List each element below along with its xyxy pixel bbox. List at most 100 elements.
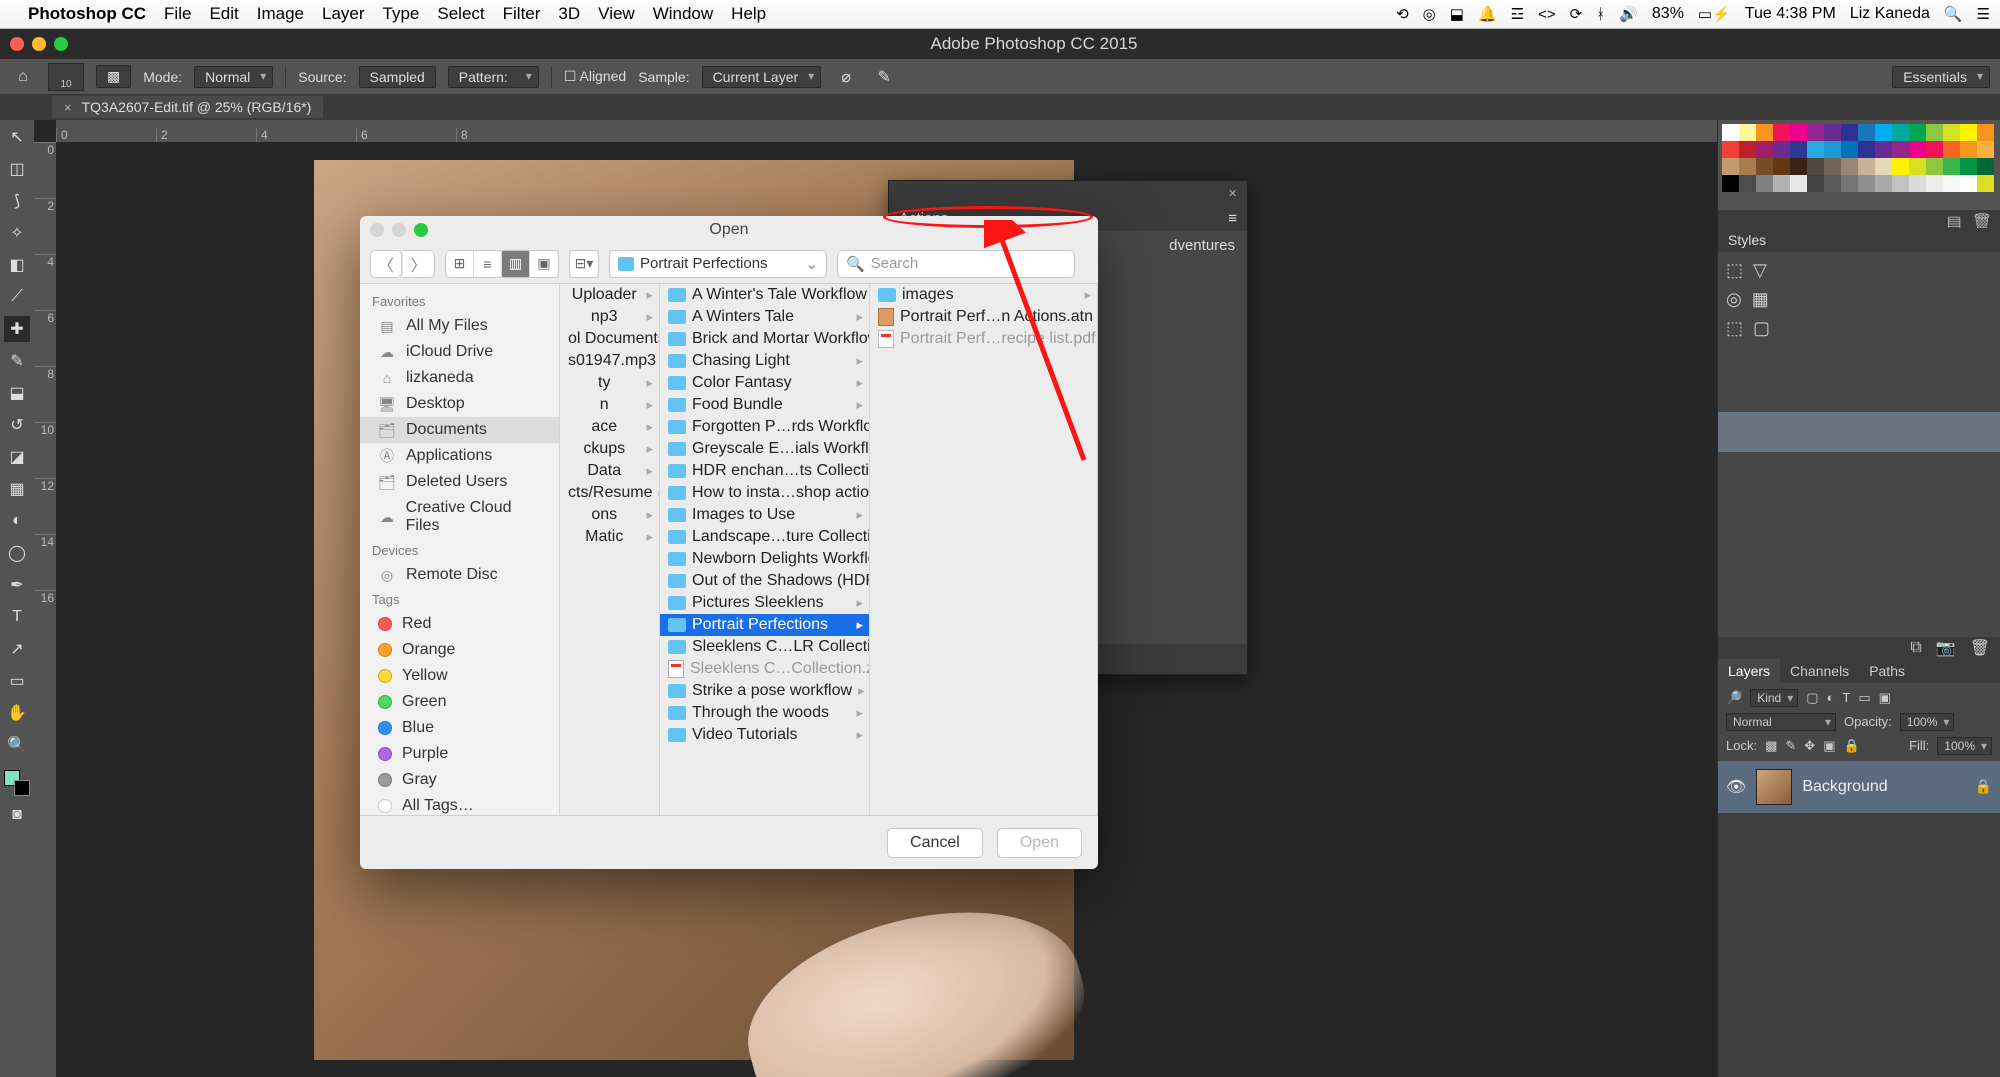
sidebar-item[interactable]: ◎Remote Disc bbox=[360, 562, 559, 588]
sidebar-tag[interactable]: Purple bbox=[360, 741, 559, 767]
column-2[interactable]: A Winter's Tale Workflow 3▸A Winters Tal… bbox=[660, 284, 870, 815]
file-item[interactable]: Matic▸ bbox=[560, 526, 659, 548]
swatch[interactable] bbox=[1892, 175, 1909, 192]
tab-paths[interactable]: Paths bbox=[1859, 659, 1915, 683]
layer-name[interactable]: Background bbox=[1802, 778, 1887, 796]
file-item[interactable]: s01947.mp3▸ bbox=[560, 350, 659, 372]
file-item[interactable]: How to insta…shop actions▸ bbox=[660, 482, 869, 504]
filter-icon[interactable]: 🔎 bbox=[1726, 690, 1742, 706]
tab-channels[interactable]: Channels bbox=[1780, 659, 1859, 683]
swatch[interactable] bbox=[1756, 158, 1773, 175]
swatch[interactable] bbox=[1722, 141, 1739, 158]
styles-panel[interactable]: ⬚ ▽ ◎ ▦ ⬚ ▢ bbox=[1718, 252, 2000, 372]
file-item[interactable]: Sleeklens C…LR Collection▸ bbox=[660, 636, 869, 658]
swatch[interactable] bbox=[1722, 124, 1739, 141]
swatch[interactable] bbox=[1977, 124, 1994, 141]
swatch[interactable] bbox=[1909, 175, 1926, 192]
file-item[interactable]: HDR enchan…ts Collection▸ bbox=[660, 460, 869, 482]
sync-icon[interactable]: ⟳ bbox=[1570, 5, 1583, 23]
file-item[interactable]: Pictures Sleeklens▸ bbox=[660, 592, 869, 614]
visibility-icon[interactable]: 👁 bbox=[1726, 777, 1746, 797]
file-item[interactable]: Video Tutorials▸ bbox=[660, 724, 869, 746]
file-item[interactable]: cts/Resume▸ bbox=[560, 482, 659, 504]
swatch[interactable] bbox=[1858, 124, 1875, 141]
sidebar-item[interactable]: 🗂Deleted Users bbox=[360, 469, 559, 495]
ignore-adj-icon[interactable]: ⌀ bbox=[833, 64, 859, 90]
file-item[interactable]: A Winter's Tale Workflow 3▸ bbox=[660, 284, 869, 306]
swatch[interactable] bbox=[1739, 141, 1756, 158]
swatch[interactable] bbox=[1926, 158, 1943, 175]
swatch[interactable] bbox=[1756, 175, 1773, 192]
sidebar-tag[interactable]: Green bbox=[360, 689, 559, 715]
sidebar-tag[interactable]: Orange bbox=[360, 637, 559, 663]
swatch[interactable] bbox=[1773, 141, 1790, 158]
list-view-icon[interactable]: ≡ bbox=[474, 251, 502, 277]
swatch[interactable] bbox=[1892, 141, 1909, 158]
file-item[interactable]: ons▸ bbox=[560, 504, 659, 526]
style-swatch-icon[interactable]: ▦ bbox=[1752, 289, 1769, 310]
file-item[interactable]: Sleeklens C…Collection.zip bbox=[660, 658, 869, 680]
file-item[interactable]: A Winters Tale▸ bbox=[660, 306, 869, 328]
shape-tool-icon[interactable]: ▭ bbox=[4, 668, 30, 694]
menu-3d[interactable]: 3D bbox=[558, 4, 580, 24]
swatch[interactable] bbox=[1790, 124, 1807, 141]
swatch[interactable] bbox=[1824, 141, 1841, 158]
dialog-zoom[interactable] bbox=[414, 223, 428, 237]
swatch[interactable] bbox=[1926, 175, 1943, 192]
swatch[interactable] bbox=[1722, 158, 1739, 175]
lasso-tool-icon[interactable]: ⟆ bbox=[4, 188, 30, 214]
file-item[interactable]: Portrait Perf…recipe list.pdf bbox=[870, 328, 1097, 350]
marquee-tool-icon[interactable]: ◫ bbox=[4, 156, 30, 182]
swatch[interactable] bbox=[1909, 141, 1926, 158]
file-item[interactable]: Landscape…ture Collection▸ bbox=[660, 526, 869, 548]
healing-tool-icon[interactable]: ✚ bbox=[4, 316, 30, 342]
sidebar-item[interactable]: ⒶApplications bbox=[360, 443, 559, 469]
volume-icon[interactable]: 🔊 bbox=[1619, 5, 1638, 23]
swatch[interactable] bbox=[1739, 158, 1756, 175]
file-item[interactable]: Chasing Light▸ bbox=[660, 350, 869, 372]
battery-icon[interactable]: ▭⚡ bbox=[1698, 5, 1731, 23]
swatch[interactable] bbox=[1960, 175, 1977, 192]
swatch[interactable] bbox=[1909, 158, 1926, 175]
fill-input[interactable]: 100% bbox=[1937, 737, 1992, 755]
style-swatch-icon[interactable]: ◎ bbox=[1726, 289, 1742, 310]
swatch[interactable] bbox=[1977, 141, 1994, 158]
camera-icon[interactable]: 📷 bbox=[1936, 638, 1956, 658]
tab-layers[interactable]: Layers bbox=[1718, 659, 1780, 683]
hand-tool-icon[interactable]: ✋ bbox=[4, 700, 30, 726]
swatch[interactable] bbox=[1807, 124, 1824, 141]
swatch[interactable] bbox=[1875, 158, 1892, 175]
file-item[interactable]: Out of the Shadows (HDR)▸ bbox=[660, 570, 869, 592]
swatch[interactable] bbox=[1943, 175, 1960, 192]
swatch[interactable] bbox=[1790, 158, 1807, 175]
wand-tool-icon[interactable]: ✧ bbox=[4, 220, 30, 246]
swatch[interactable] bbox=[1892, 124, 1909, 141]
sampled-button[interactable]: Sampled bbox=[359, 66, 436, 88]
filter-adj-icon[interactable]: ◐ bbox=[1827, 690, 1835, 705]
trash-icon[interactable]: 🗑 bbox=[1972, 212, 1992, 226]
menu-edit[interactable]: Edit bbox=[209, 4, 238, 24]
brush-tool-icon[interactable]: ✎ bbox=[4, 348, 30, 374]
file-item[interactable]: Uploader▸ bbox=[560, 284, 659, 306]
sidebar-tag[interactable]: Blue bbox=[360, 715, 559, 741]
search-input[interactable]: 🔍 Search bbox=[837, 250, 1075, 278]
code-icon[interactable]: <> bbox=[1538, 6, 1556, 23]
swatch[interactable] bbox=[1790, 175, 1807, 192]
window-close[interactable] bbox=[10, 37, 24, 51]
menu-filter[interactable]: Filter bbox=[503, 4, 541, 24]
menu-select[interactable]: Select bbox=[437, 4, 484, 24]
style-swatch-icon[interactable]: ▢ bbox=[1753, 318, 1770, 339]
filter-pixel-icon[interactable]: ▢ bbox=[1806, 690, 1818, 706]
close-tab-icon[interactable]: × bbox=[64, 100, 72, 115]
menu-view[interactable]: View bbox=[598, 4, 635, 24]
swatch[interactable] bbox=[1773, 158, 1790, 175]
history-item[interactable] bbox=[1718, 412, 2000, 452]
swatch[interactable] bbox=[1909, 124, 1926, 141]
pressure-icon[interactable]: ✎ bbox=[871, 64, 897, 90]
file-item[interactable]: Greyscale E…ials Workflow▸ bbox=[660, 438, 869, 460]
panel-close-icon[interactable]: × bbox=[1228, 185, 1237, 202]
file-item[interactable]: ol Documents▸ bbox=[560, 328, 659, 350]
menu-help[interactable]: Help bbox=[731, 4, 766, 24]
swatch[interactable] bbox=[1790, 141, 1807, 158]
swatch[interactable] bbox=[1926, 124, 1943, 141]
